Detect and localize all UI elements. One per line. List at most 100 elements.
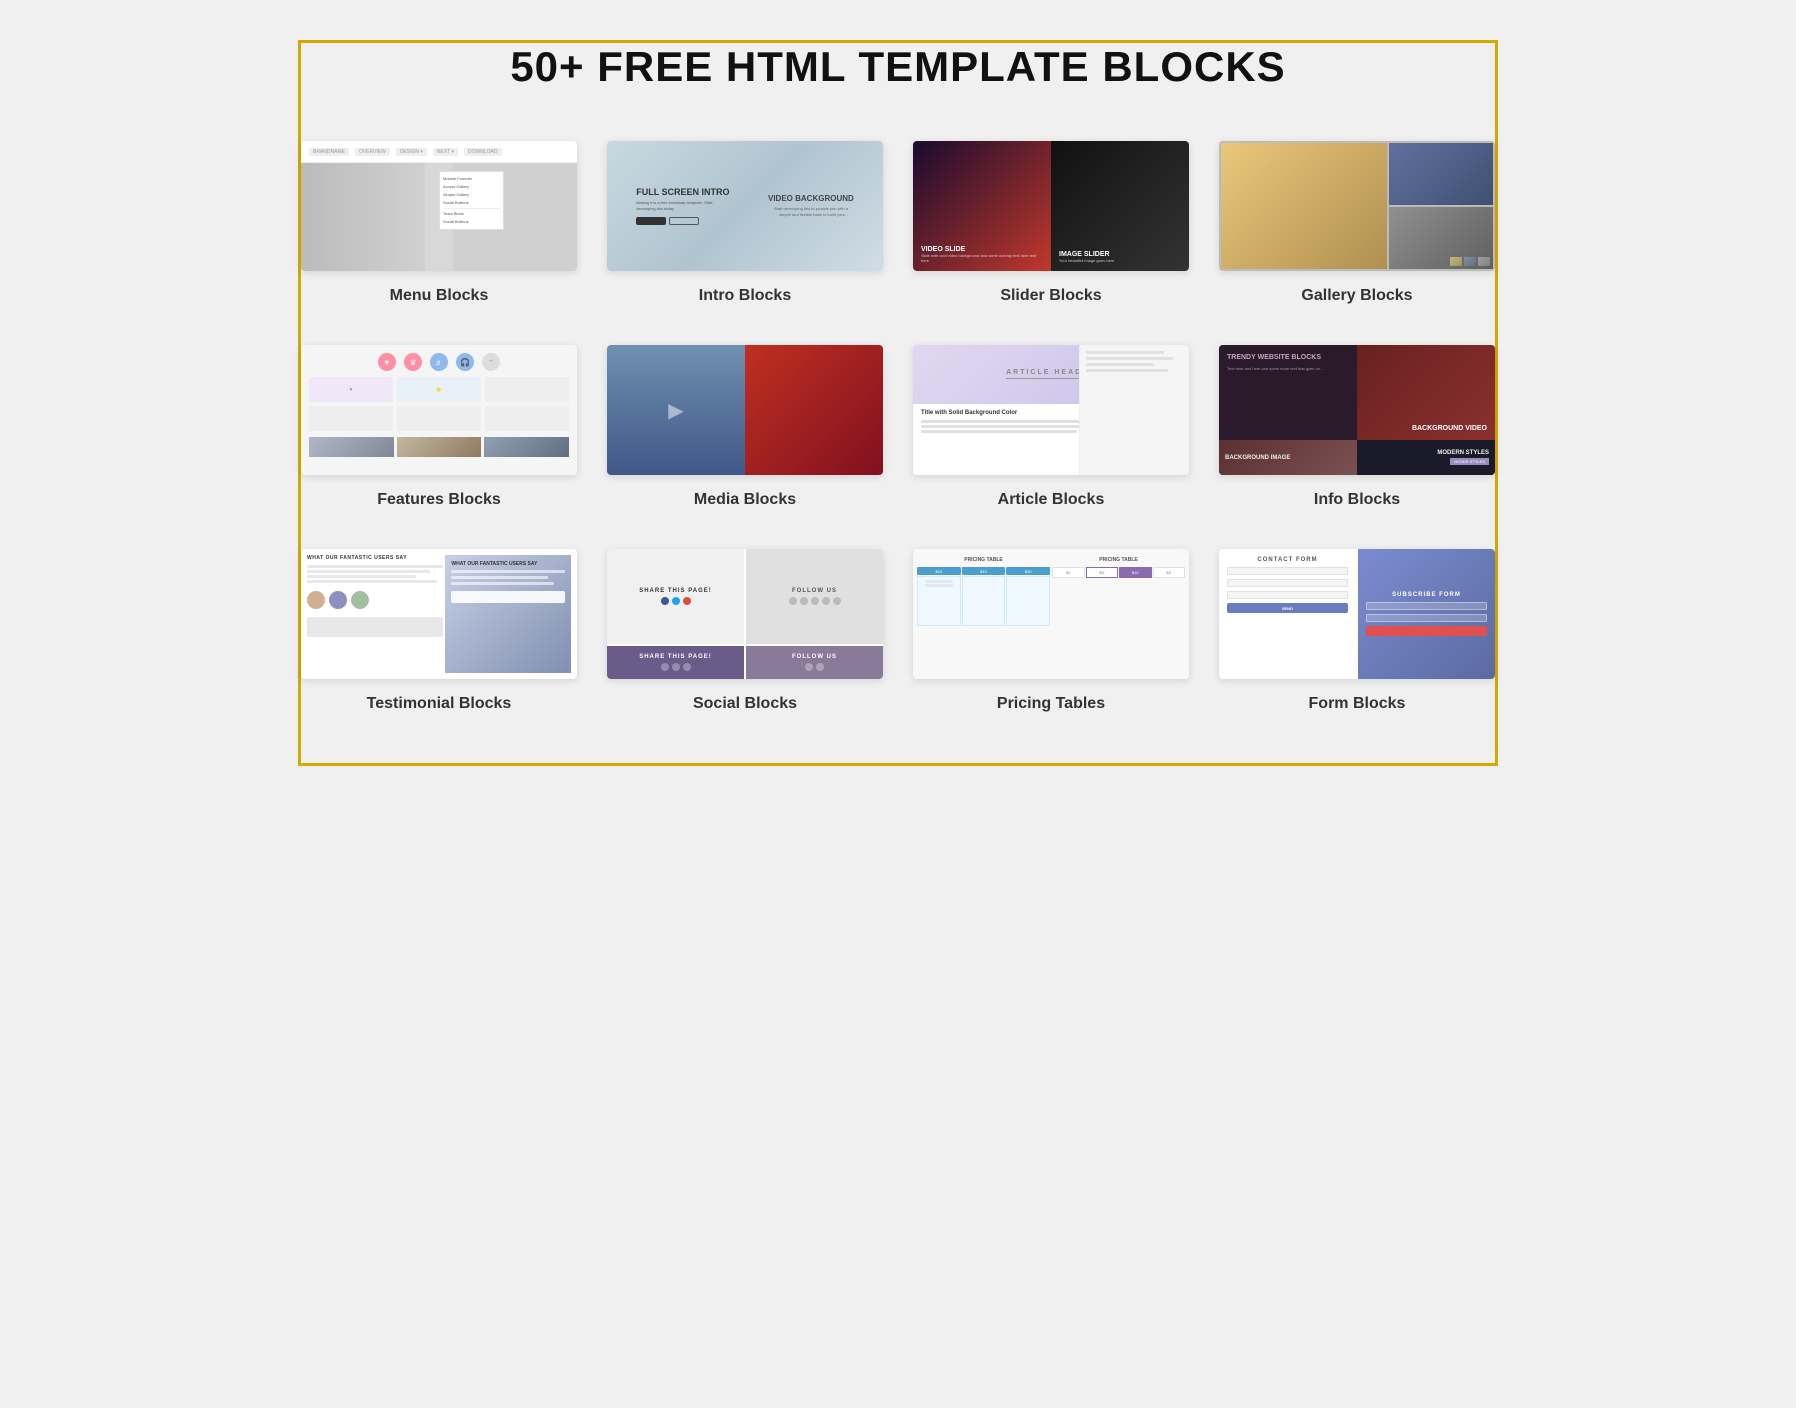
art-line3 (921, 430, 1077, 433)
soc-follow-icon1[interactable] (789, 597, 797, 605)
menu-nav-item2: DESIGN ▾ (396, 148, 427, 156)
block-slider[interactable]: VIDEO SLIDE Slide with cool video backgr… (913, 141, 1189, 305)
soc-dark-icon1[interactable] (661, 663, 669, 671)
page-title: 50+ FREE HTML TEMPLATE BLOCKS (301, 43, 1495, 91)
form-submit-btn[interactable]: SEND (1227, 603, 1348, 613)
video-slide-sub: Slide with cool video background and som… (921, 253, 1043, 263)
image-slider-label: IMAGE SLIDER (1059, 251, 1181, 258)
menu-dropdown-item4: Social Buttons (443, 199, 500, 207)
soc-follow-icon4[interactable] (822, 597, 830, 605)
block-preview-media[interactable] (607, 345, 883, 475)
test-input-right (451, 591, 565, 603)
block-preview-intro[interactable]: FULL SCREEN INTRO Making it is a free bo… (607, 141, 883, 271)
feat-cell1: ♥ (309, 377, 393, 402)
block-info[interactable]: TRENDY WEBSITE BLOCKS Text here and here… (1219, 345, 1495, 509)
gallery-thumb3 (1478, 257, 1490, 266)
block-label-form: Form Blocks (1309, 695, 1406, 713)
menu-nav-brand: BRANDNAME (309, 148, 349, 156)
sub-field1[interactable] (1366, 602, 1487, 610)
block-preview-slider[interactable]: VIDEO SLIDE Slide with cool video backgr… (913, 141, 1189, 271)
block-preview-menu[interactable]: BRANDNAME OVERVIEW DESIGN ▾ NEXT ▾ DOWNL… (301, 141, 577, 271)
feat-icon-extra: + (482, 353, 500, 371)
intro-title: FULL SCREEN INTRO (636, 187, 729, 197)
test-line3 (307, 575, 416, 578)
menu-dropdown-item: Module Founder (443, 175, 500, 183)
test-header: WHAT OUR FANTASTIC USERS SAY (307, 555, 443, 561)
form-field2[interactable] (1227, 579, 1348, 587)
block-preview-features[interactable]: ♥ ♛ ♬ 🎧 + ♥ ⭐ (301, 345, 577, 475)
feat-icon-heart: ♥ (378, 353, 396, 371)
block-gallery[interactable]: Gallery Blocks (1219, 141, 1495, 305)
info-badge: HOVER STYLES (1450, 458, 1489, 465)
block-label-media: Media Blocks (694, 491, 796, 509)
feat-img1 (309, 437, 394, 457)
sub-field2[interactable] (1366, 614, 1487, 622)
menu-nav-item4: DOWNLOAD (464, 148, 501, 156)
block-preview-gallery[interactable] (1219, 141, 1495, 271)
media-image-area (745, 345, 883, 475)
avatar1 (307, 591, 325, 609)
soc-follow-title2: FOLLOW US (792, 654, 837, 660)
soc-follow-icon3[interactable] (811, 597, 819, 605)
soc-tw[interactable] (672, 597, 680, 605)
block-features[interactable]: ♥ ♛ ♬ 🎧 + ♥ ⭐ (301, 345, 577, 509)
gallery-thumb2 (1464, 257, 1476, 266)
blocks-grid: BRANDNAME OVERVIEW DESIGN ▾ NEXT ▾ DOWNL… (301, 141, 1495, 713)
soc-follow-icon5[interactable] (833, 597, 841, 605)
block-preview-pricing[interactable]: PRICING TABLE $10 $10 (913, 549, 1189, 679)
feat-cell6 (485, 406, 569, 431)
soc-dark-icon2[interactable] (672, 663, 680, 671)
block-form[interactable]: CONTACT FORM SEND SUBSCRIBE FORM Form Bl… (1219, 549, 1495, 713)
feat-cell2: ⭐ (397, 377, 481, 402)
pricing-label1: PRICING TABLE (917, 557, 1050, 563)
test-r-line1 (451, 570, 565, 573)
block-preview-testimonial[interactable]: WHAT OUR FANTASTIC USERS SAY (301, 549, 577, 679)
block-menu[interactable]: BRANDNAME OVERVIEW DESIGN ▾ NEXT ▾ DOWNL… (301, 141, 577, 305)
block-social[interactable]: SHARE THIS PAGE! FOLLOW US (607, 549, 883, 713)
block-label-pricing: Pricing Tables (997, 695, 1105, 713)
soc-dark-icon3[interactable] (683, 663, 691, 671)
block-label-features: Features Blocks (377, 491, 501, 509)
block-label-social: Social Blocks (693, 695, 797, 713)
soc-follow-dark2[interactable] (816, 663, 824, 671)
block-pricing[interactable]: PRICING TABLE $10 $10 (913, 549, 1189, 713)
soc-fb[interactable] (661, 597, 669, 605)
block-preview-info[interactable]: TRENDY WEBSITE BLOCKS Text here and here… (1219, 345, 1495, 475)
menu-nav-item3: NEXT ▾ (433, 148, 458, 156)
soc-follow-dark1[interactable] (805, 663, 813, 671)
test-line2 (307, 570, 430, 573)
block-preview-form[interactable]: CONTACT FORM SEND SUBSCRIBE FORM (1219, 549, 1495, 679)
info-modern-text: MODERN STYLES (1437, 450, 1489, 456)
gallery-sm1 (1389, 143, 1493, 205)
pricing-label2: PRICING TABLE (1052, 557, 1185, 563)
price-white-col4: $0 (1153, 567, 1186, 578)
video-bg-label: VIDEO BACKGROUND (768, 194, 854, 203)
price-col-head2: $10 (962, 567, 1006, 575)
sub-submit-btn[interactable] (1366, 626, 1487, 636)
block-preview-social[interactable]: SHARE THIS PAGE! FOLLOW US (607, 549, 883, 679)
feat-img2 (397, 437, 482, 457)
block-preview-article[interactable]: ARTICLE HEADER Title with Solid Backgrou… (913, 345, 1189, 475)
block-testimonial[interactable]: WHAT OUR FANTASTIC USERS SAY (301, 549, 577, 713)
block-label-gallery: Gallery Blocks (1301, 287, 1412, 305)
test-r-header: WHAT OUR FANTASTIC USERS SAY (451, 561, 565, 567)
feat-icon-headphone: 🎧 (456, 353, 474, 371)
block-intro[interactable]: FULL SCREEN INTRO Making it is a free bo… (607, 141, 883, 305)
intro-sub: Making it is a free bootstrap template. … (636, 200, 716, 211)
avatar3 (351, 591, 369, 609)
price-white-col1: $0 (1052, 567, 1085, 578)
soc-follow-icon2[interactable] (800, 597, 808, 605)
price-row2 (925, 584, 954, 587)
soc-gp[interactable] (683, 597, 691, 605)
block-label-menu: Menu Blocks (390, 287, 489, 305)
feat-cell4 (309, 406, 393, 431)
subscribe-form-title: SUBSCRIBE FORM (1392, 592, 1461, 598)
block-media[interactable]: Media Blocks (607, 345, 883, 509)
price-col-head3: $10 (1006, 567, 1050, 575)
info-bg-text: BACKGROUND IMAGE (1225, 455, 1290, 461)
form-field3[interactable] (1227, 591, 1348, 599)
soc-share-title1: SHARE THIS PAGE! (639, 588, 712, 594)
block-article[interactable]: ARTICLE HEADER Title with Solid Backgrou… (913, 345, 1189, 509)
form-field1[interactable] (1227, 567, 1348, 575)
feat-img3 (484, 437, 569, 457)
